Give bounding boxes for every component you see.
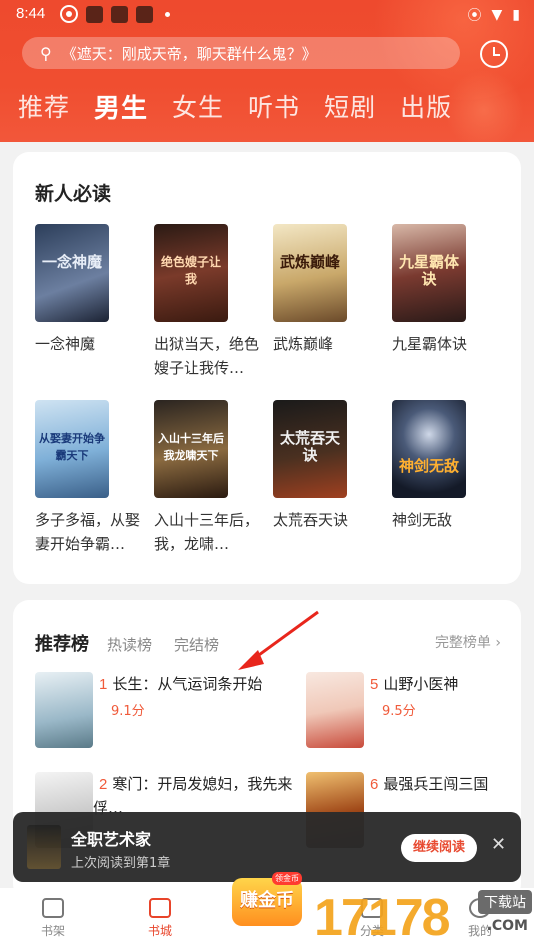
tab-hot-read-rank[interactable]: 热读榜 [107, 634, 152, 655]
section-title: 新人必读 [35, 183, 112, 205]
rank-number: 6 [370, 776, 379, 793]
status-system-icons: ⦿ ▼ ▮ [468, 5, 521, 25]
book-title: 出狱当天，绝色嫂子让我传… [154, 335, 260, 377]
nav-bookstore[interactable]: 书城 [130, 898, 190, 939]
coin-tag: 领金币 [272, 872, 302, 885]
tab-audiobook[interactable]: 听书 [248, 88, 300, 125]
book-title: 山野小医神 [383, 675, 459, 693]
search-bar[interactable]: ⚲ 《遮天：刚成天帝，聊天群什么鬼？》 [22, 37, 460, 69]
continue-reading-button[interactable]: 继续阅读 [401, 834, 477, 862]
book-cover [35, 672, 93, 748]
site-watermark: 17178 下载站 .COM [310, 888, 534, 950]
close-icon[interactable]: ✕ [491, 834, 506, 855]
app-notification-icon [86, 5, 103, 23]
ranking-item[interactable]: 1 长生：从气运词条开始 9.1分 [35, 672, 262, 748]
tab-recommend[interactable]: 推荐 [18, 88, 70, 125]
reading-progress-text: 上次阅读到第1章 [71, 856, 171, 871]
book-item[interactable]: 武炼巅峰 武炼巅峰 [273, 224, 383, 356]
nav-bookshelf[interactable]: 书架 [23, 898, 83, 939]
watermark-text: 17178 [314, 889, 451, 947]
book-cover-title: 绝色嫂子让我 [160, 255, 221, 286]
book-cover: 入山十三年后我龙啸天下 [154, 400, 228, 498]
header: 8:44 ⦿ ▼ ▮ ⚲ 《遮天：刚成天帝，聊天群什么鬼？》 推荐 男生 女生 … [0, 0, 534, 142]
book-score: 9.1分 [111, 704, 145, 719]
book-cover: 太荒吞天诀 [273, 400, 347, 498]
book-cover: 武炼巅峰 [273, 224, 347, 322]
nav-label: 书架 [40, 924, 65, 938]
book-title: 太荒吞天诀 [273, 511, 349, 529]
book-cover: 从娶妻开始争霸天下 [35, 400, 109, 498]
book-item[interactable]: 入山十三年后我龙啸天下 入山十三年后，我，龙啸… [154, 400, 264, 556]
book-title: 最强兵王闯三国 [383, 775, 489, 793]
book-item[interactable]: 太荒吞天诀 太荒吞天诀 [273, 400, 383, 532]
vpn-icon [60, 5, 78, 23]
book-title: 神剑无敌 [392, 511, 453, 529]
tab-finished-rank[interactable]: 完结榜 [174, 634, 219, 655]
tab-female[interactable]: 女生 [172, 88, 224, 125]
book-cover [27, 825, 61, 869]
book-cover-title: 武炼巅峰 [279, 253, 340, 271]
book-title: 多子多福，从娶妻开始争霸… [35, 511, 141, 553]
status-notification-icons [60, 5, 170, 23]
book-title: 一念神魔 [35, 335, 96, 353]
location-icon: ⦿ [467, 8, 482, 24]
history-clock-icon[interactable] [480, 40, 508, 68]
book-title: 入山十三年后，我，龙啸… [154, 511, 260, 553]
app-notification-icon [136, 5, 153, 23]
book-title: 全职艺术家 [71, 830, 152, 849]
search-placeholder: 《遮天：刚成天帝，聊天群什么鬼？》 [61, 44, 317, 63]
app-notification-icon [111, 5, 128, 23]
full-ranking-link[interactable]: 完整榜单 › [435, 632, 501, 652]
new-reader-section: 新人必读 一念神魔 一念神魔 绝色嫂子让我 出狱当天，绝色嫂子让我传… 武炼巅峰… [13, 152, 521, 584]
book-score: 9.5分 [382, 704, 416, 719]
tab-male[interactable]: 男生 [94, 88, 148, 125]
ranking-item[interactable]: 5 山野小医神 9.5分 [306, 672, 458, 748]
book-cover-title: 一念神魔 [41, 253, 102, 271]
book-cover: 一念神魔 [35, 224, 109, 322]
ranking-tabs: 推荐榜 热读榜 完结榜 [35, 630, 241, 656]
book-title: 九星霸体诀 [392, 335, 468, 353]
watermark-badge: 下载站 [478, 890, 532, 914]
book-item[interactable]: 绝色嫂子让我 出狱当天，绝色嫂子让我传… [154, 224, 264, 380]
more-notifications-dot [165, 11, 170, 17]
book-cover: 神剑无敌 [392, 400, 466, 498]
category-tabs: 推荐 男生 女生 听书 短剧 出版 [18, 88, 476, 125]
tab-recommend-rank[interactable]: 推荐榜 [35, 630, 89, 656]
book-cover: 九星霸体诀 [392, 224, 466, 322]
book-cover-title: 入山十三年后我龙啸天下 [158, 432, 224, 462]
book-title: 寒门：开局发媳妇，我先来俘… [93, 775, 293, 817]
rank-number: 5 [370, 676, 379, 693]
book-cover-title: 九星霸体诀 [398, 253, 459, 288]
rank-number: 2 [99, 776, 108, 793]
search-icon: ⚲ [40, 43, 52, 63]
watermark-suffix: .COM [486, 918, 528, 934]
tab-short-drama[interactable]: 短剧 [324, 88, 376, 125]
book-cover [306, 672, 364, 748]
coin-label: 赚金币 [240, 890, 294, 911]
status-bar: 8:44 ⦿ ▼ ▮ [0, 0, 534, 30]
book-cover-title: 从娶妻开始争霸天下 [39, 432, 105, 462]
book-title: 武炼巅峰 [273, 335, 334, 353]
nav-label: 书城 [147, 924, 172, 938]
tab-publish[interactable]: 出版 [400, 88, 452, 125]
book-cover: 绝色嫂子让我 [154, 224, 228, 322]
earn-coins-button[interactable]: 赚金币 领金币 [232, 872, 302, 926]
rank-number: 1 [99, 676, 108, 693]
book-item[interactable]: 神剑无敌 神剑无敌 [392, 400, 502, 532]
home-icon [149, 898, 171, 918]
book-title: 长生：从气运词条开始 [112, 675, 263, 693]
bookshelf-icon [42, 898, 64, 918]
book-item[interactable]: 一念神魔 一念神魔 [35, 224, 145, 356]
book-item[interactable]: 九星霸体诀 九星霸体诀 [392, 224, 502, 356]
battery-icon: ▮ [512, 7, 520, 23]
book-cover-title: 神剑无敌 [398, 457, 459, 475]
book-cover-title: 太荒吞天诀 [279, 429, 340, 464]
book-item[interactable]: 从娶妻开始争霸天下 多子多福，从娶妻开始争霸… [35, 400, 145, 556]
wifi-icon: ▼ [491, 7, 503, 23]
status-time: 8:44 [16, 5, 46, 22]
